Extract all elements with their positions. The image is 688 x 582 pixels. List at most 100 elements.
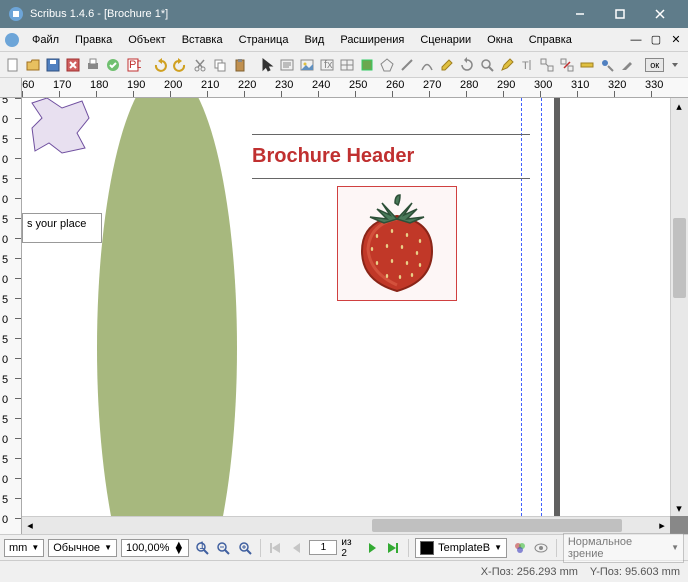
menu-windows[interactable]: Окна bbox=[479, 30, 521, 50]
ellipse-shape[interactable] bbox=[97, 98, 237, 516]
menu-edit[interactable]: Правка bbox=[67, 30, 120, 50]
copy-props-tool[interactable] bbox=[598, 55, 616, 75]
link-frames-tool[interactable] bbox=[538, 55, 556, 75]
cut-button[interactable] bbox=[191, 55, 209, 75]
window-title: Scribus 1.4.6 - [Brochure 1*] bbox=[30, 8, 168, 20]
ruler-origin[interactable] bbox=[0, 78, 22, 97]
zoom-100-button[interactable]: 1 bbox=[193, 539, 210, 557]
unlink-frames-tool[interactable] bbox=[558, 55, 576, 75]
zoom-in-button[interactable] bbox=[236, 539, 253, 557]
cms-toggle-button[interactable] bbox=[511, 539, 528, 557]
horizontal-scrollbar[interactable]: ◂ ▸ bbox=[22, 516, 670, 534]
scroll-left-button[interactable]: ◂ bbox=[22, 517, 38, 533]
undo-button[interactable] bbox=[151, 55, 169, 75]
save-button[interactable] bbox=[44, 55, 62, 75]
current-page-input[interactable] bbox=[309, 540, 337, 555]
redo-button[interactable] bbox=[171, 55, 189, 75]
vertical-scrollbar[interactable]: ▴ ▾ bbox=[670, 98, 688, 516]
menu-page[interactable]: Страница bbox=[231, 30, 297, 50]
next-page-button[interactable] bbox=[363, 539, 380, 557]
page-total-label: из 2 bbox=[341, 537, 359, 559]
print-button[interactable] bbox=[84, 55, 102, 75]
eyedropper-tool[interactable] bbox=[618, 55, 636, 75]
render-frame-tool[interactable]: fx bbox=[318, 55, 336, 75]
menu-help[interactable]: Справка bbox=[521, 30, 580, 50]
menu-insert[interactable]: Вставка bbox=[174, 30, 231, 50]
vertical-ruler[interactable]: 5050505050505050505050 bbox=[0, 98, 22, 534]
prev-page-button[interactable] bbox=[288, 539, 305, 557]
table-tool[interactable] bbox=[338, 55, 356, 75]
image-frame-tool[interactable] bbox=[298, 55, 316, 75]
edit-contents-tool[interactable] bbox=[498, 55, 516, 75]
quality-value: Обычное bbox=[53, 542, 100, 554]
svg-text:fx: fx bbox=[324, 59, 333, 71]
preview-toggle-button[interactable] bbox=[532, 539, 549, 557]
text-frame-content: s your place bbox=[27, 218, 86, 230]
new-button[interactable] bbox=[4, 55, 22, 75]
layer-selector[interactable]: TemplateB▼ bbox=[415, 538, 507, 558]
divider-line[interactable] bbox=[252, 178, 530, 179]
paste-button[interactable] bbox=[231, 55, 249, 75]
zoom-level-input[interactable]: 100,00%▲▼ bbox=[121, 539, 189, 557]
statusbar: mm▼ Обычное▼ 100,00%▲▼ 1 из 2 TemplateB▼… bbox=[0, 534, 688, 560]
menu-scripts[interactable]: Сценарии bbox=[412, 30, 479, 50]
first-page-button[interactable] bbox=[267, 539, 284, 557]
minimize-button[interactable] bbox=[560, 0, 600, 28]
maximize-button[interactable] bbox=[600, 0, 640, 28]
header-text-frame[interactable]: Brochure Header bbox=[252, 139, 530, 174]
unit-selector[interactable]: mm▼ bbox=[4, 539, 44, 557]
polygon-shape[interactable] bbox=[27, 98, 95, 163]
open-button[interactable] bbox=[24, 55, 42, 75]
freehand-tool[interactable] bbox=[438, 55, 456, 75]
mdi-restore-button[interactable]: ▢ bbox=[648, 32, 664, 48]
layer-color-swatch bbox=[420, 541, 434, 555]
vision-value: Нормальное зрение bbox=[568, 536, 667, 560]
shape-tool[interactable] bbox=[358, 55, 376, 75]
zoom-tool[interactable] bbox=[478, 55, 496, 75]
mdi-minimize-button[interactable]: — bbox=[628, 32, 644, 48]
svg-text:T: T bbox=[522, 60, 529, 72]
svg-text:1: 1 bbox=[199, 540, 205, 552]
canvas-container: s your place Brochure Header bbox=[22, 98, 688, 534]
divider-line[interactable] bbox=[252, 134, 530, 135]
vision-mode-selector[interactable]: Нормальное зрение▼ bbox=[563, 533, 684, 563]
document-canvas[interactable]: s your place Brochure Header bbox=[22, 98, 670, 516]
scribus-logo-icon bbox=[4, 32, 20, 48]
menu-view[interactable]: Вид bbox=[296, 30, 332, 50]
zoom-out-button[interactable] bbox=[215, 539, 232, 557]
measure-tool[interactable] bbox=[578, 55, 596, 75]
close-doc-button[interactable] bbox=[64, 55, 82, 75]
select-tool[interactable] bbox=[258, 55, 276, 75]
menu-file[interactable]: Файл bbox=[24, 30, 67, 50]
zoom-value: 100,00% bbox=[126, 542, 169, 554]
image-frame[interactable] bbox=[337, 186, 457, 301]
scrollbar-thumb[interactable] bbox=[673, 218, 686, 298]
preflight-button[interactable] bbox=[104, 55, 122, 75]
guide-line[interactable] bbox=[541, 98, 542, 516]
layer-name: TemplateB bbox=[438, 542, 490, 554]
edit-text-tool[interactable]: T bbox=[518, 55, 536, 75]
rotate-tool[interactable] bbox=[458, 55, 476, 75]
horizontal-ruler[interactable]: 1601701801902002102202302402502602702802… bbox=[22, 78, 688, 97]
pdf-toolbar-toggle[interactable]: ок bbox=[645, 58, 664, 72]
menu-extensions[interactable]: Расширения bbox=[332, 30, 412, 50]
copy-button[interactable] bbox=[211, 55, 229, 75]
polygon-tool[interactable] bbox=[378, 55, 396, 75]
pdf-dropdown-button[interactable] bbox=[666, 55, 684, 75]
pdf-button[interactable]: PDF bbox=[124, 55, 142, 75]
text-frame-tool[interactable] bbox=[278, 55, 296, 75]
line-tool[interactable] bbox=[398, 55, 416, 75]
preview-quality-selector[interactable]: Обычное▼ bbox=[48, 539, 117, 557]
svg-text:PDF: PDF bbox=[129, 59, 141, 71]
last-page-button[interactable] bbox=[385, 539, 402, 557]
menu-object[interactable]: Объект bbox=[120, 30, 173, 50]
bezier-tool[interactable] bbox=[418, 55, 436, 75]
mdi-close-button[interactable]: ✕ bbox=[668, 32, 684, 48]
scrollbar-thumb[interactable] bbox=[372, 519, 622, 532]
scroll-right-button[interactable]: ▸ bbox=[654, 517, 670, 533]
text-frame[interactable]: s your place bbox=[22, 213, 102, 243]
scroll-up-button[interactable]: ▴ bbox=[671, 98, 687, 114]
scroll-down-button[interactable]: ▾ bbox=[671, 500, 687, 516]
strawberry-image bbox=[342, 191, 452, 296]
close-button[interactable] bbox=[640, 0, 680, 28]
